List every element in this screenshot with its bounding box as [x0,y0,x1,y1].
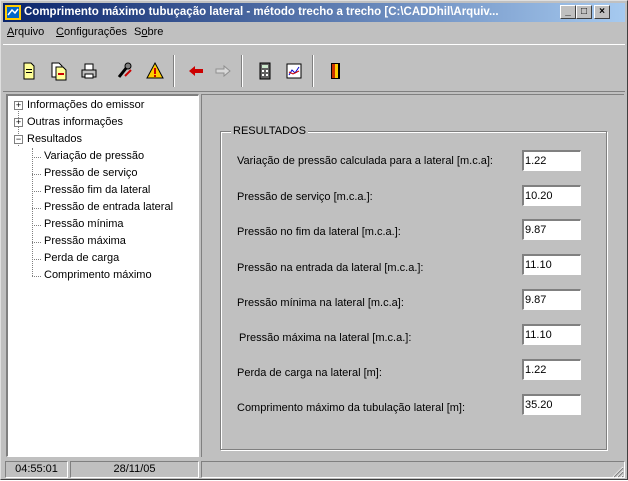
calculator-icon[interactable] [255,61,275,81]
status-time: 04:55:01 [5,461,68,478]
pressao-minima-field[interactable] [522,289,581,310]
tree-item-label: Perda de carga [44,252,120,264]
main-window: Comprimento máximo tubuçação lateral - m… [0,0,628,480]
tree-connector [32,276,41,277]
tree-item-pressao-minima[interactable]: Pressão mínima [8,217,193,234]
tree-connector [32,225,41,226]
tree-item-pressao-entrada-lateral[interactable]: Pressão de entrada lateral [8,200,195,217]
chart-icon[interactable] [284,61,304,81]
tree-item-label: Pressão de serviço [44,167,138,179]
app-icon [5,5,21,20]
tree-item-label: Outras informações [27,116,123,128]
collapse-icon[interactable]: − [14,135,23,144]
maximize-button[interactable]: □ [576,5,592,19]
tree-item-label: Pressão mínima [44,218,124,230]
menu-arquivo[interactable]: Arquivo [7,26,44,38]
tree-item-variacao-pressao[interactable]: Variação de pressão [8,149,193,166]
toolbar-separator [312,55,314,87]
pressao-servico-label: Pressão de serviço [m.c.a.]: [237,191,373,203]
tree-connector [32,191,41,192]
tree-item-label: Comprimento máximo [44,269,152,281]
tree-connector [32,174,41,175]
print-icon[interactable] [79,61,99,81]
pressao-fim-lateral-label: Pressão no fim da lateral [m.c.a.]: [237,226,401,238]
back-arrow-icon[interactable] [186,61,206,81]
expand-icon[interactable]: + [14,118,23,127]
results-groupbox: RESULTADOS Variação de pressão calculada… [220,125,607,450]
variacao-pressao-field[interactable] [522,150,581,171]
status-date: 28/11/05 [70,461,199,478]
tree-connector [32,259,41,260]
pressao-fim-lateral-field[interactable] [522,219,581,240]
status-bar: 04:55:01 28/11/05 [3,459,625,479]
tree-connector [32,242,41,243]
comprimento-maximo-field[interactable] [522,394,581,415]
open-file-icon[interactable] [49,61,69,81]
perda-carga-field[interactable] [522,359,581,380]
close-button[interactable]: × [594,5,610,19]
pressao-maxima-label: Pressão máxima na lateral [m.c.a.]: [239,332,412,344]
tree-item-informacoes-emissor[interactable]: + Informações do emissor [8,98,193,115]
tree-item-label: Variação de pressão [44,150,145,162]
alert-icon[interactable] [145,61,165,81]
tree-item-pressao-maxima[interactable]: Pressão máxima [8,234,193,251]
tree-item-outras-informacoes[interactable]: + Outras informações [8,115,193,132]
tree-item-resultados[interactable]: − Resultados [8,132,193,149]
toolbar-separator [241,55,243,87]
pressao-entrada-lateral-field[interactable] [522,254,581,275]
tree-connector [32,157,41,158]
results-panel: RESULTADOS Variação de pressão calculada… [201,94,624,457]
window-title: Comprimento máximo tubuçação lateral - m… [24,6,499,18]
tree-item-label: Pressão de entrada lateral [44,201,174,213]
menu-configuracoes[interactable]: Configurações [56,26,127,38]
title-bar[interactable]: Comprimento máximo tubuçação lateral - m… [3,3,625,22]
menu-sobre-label: bre [147,26,164,38]
exit-door-icon[interactable] [325,61,345,81]
tree-item-label: Informações do emissor [27,99,145,111]
tree-item-comprimento-maximo[interactable]: Comprimento máximo [8,268,193,285]
pressao-servico-field[interactable] [522,185,581,206]
tree-item-label: Pressão máxima [44,235,126,247]
menu-configuracoes-label: onfigurações [63,26,127,38]
menu-bar: Arquivo Configurações Sobre [3,23,625,42]
toolbar [3,44,625,92]
settings-tool-icon[interactable] [115,61,135,81]
tree-item-pressao-fim-lateral[interactable]: Pressão fim da lateral [8,183,193,200]
expand-icon[interactable]: + [14,101,23,110]
forward-arrow-icon[interactable] [213,61,233,81]
comprimento-maximo-label: Comprimento máximo da tubulação lateral … [237,402,466,414]
pressao-maxima-field[interactable] [522,324,581,345]
menu-arquivo-label: rquivo [14,26,45,38]
new-file-icon[interactable] [19,61,39,81]
menu-configuracoes-accel: C [56,26,64,38]
perda-carga-label: Perda de carga na lateral [m]: [237,367,382,379]
toolbar-separator [173,55,175,87]
resize-grip-icon[interactable] [612,466,624,478]
pressao-entrada-lateral-label: Pressão na entrada da lateral [m.c.a.]: [237,262,424,274]
menu-sobre[interactable]: Sobre [134,26,163,38]
status-message [201,461,625,478]
tree-item-label: Pressão fim da lateral [44,184,151,196]
tree-item-label: Resultados [27,133,83,145]
tree-connector [32,208,41,209]
variacao-pressao-label: Variação de pressão calculada para a lat… [237,155,493,167]
tree-item-perda-carga[interactable]: Perda de carga [8,251,193,268]
minimize-button[interactable]: _ [560,5,576,19]
pressao-minima-label: Pressão mínima na lateral [m.c.a]: [237,297,404,309]
results-group-title: RESULTADOS [231,125,308,137]
tree-item-pressao-servico[interactable]: Pressão de serviço [8,166,193,183]
navigation-tree[interactable]: + Informações do emissor + Outras inform… [6,94,199,457]
